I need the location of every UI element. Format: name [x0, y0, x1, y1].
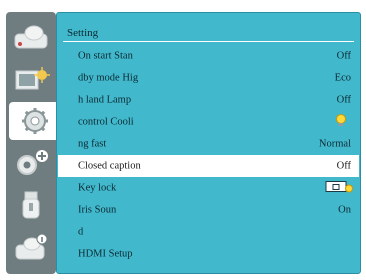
title-divider: [63, 41, 354, 42]
tab-memory[interactable]: [8, 186, 54, 224]
key-lock-remote-icon: [325, 180, 353, 197]
tab-picture[interactable]: [8, 18, 54, 56]
tab-expanded[interactable]: [8, 144, 54, 182]
row-label: Key lock: [78, 182, 117, 194]
settings-gear-icon: [22, 108, 48, 134]
settings-panel: Setting On start Stan Off dby mode Hig E…: [56, 12, 361, 274]
menu-row-high-land[interactable]: h land Lamp Off: [58, 89, 359, 111]
menu-tab-strip: [6, 12, 61, 274]
row-value: Normal: [318, 138, 351, 150]
row-value: Off: [336, 50, 351, 62]
panel-title: Setting: [67, 27, 99, 39]
row-label: Iris Soun: [78, 204, 117, 216]
tab-info[interactable]: [8, 228, 54, 266]
row-label: d: [78, 226, 84, 238]
menu-row-cooling-fast[interactable]: ng fast Normal: [58, 133, 359, 155]
row-label: HDMI Setup: [78, 248, 133, 260]
row-label: ng fast: [78, 138, 107, 150]
tab-image[interactable]: [8, 60, 54, 98]
lightbulb-icon: [335, 114, 347, 131]
tab-setting[interactable]: [9, 102, 61, 140]
row-value: Off: [336, 94, 351, 106]
projector-osd-menu: Setting On start Stan Off dby mode Hig E…: [0, 0, 366, 276]
row-label: On start Stan: [78, 50, 133, 62]
menu-row-hdmi-setup[interactable]: HDMI Setup: [58, 243, 359, 265]
expanded-settings-gears-icon: [17, 150, 48, 175]
menu-row-standby-mode[interactable]: dby mode Hig Eco: [58, 67, 359, 89]
row-value: Eco: [334, 72, 351, 84]
picture-adjust-icon: [14, 25, 48, 49]
menu-row-key-lock[interactable]: Key lock: [58, 177, 359, 199]
menu-row-closed-caption[interactable]: Closed caption Off: [58, 155, 359, 177]
menu-row-iris-sound[interactable]: Iris Soun On: [58, 199, 359, 221]
row-value: On: [338, 204, 351, 216]
row-label: h land Lamp: [78, 94, 132, 106]
menu-row-d[interactable]: d: [58, 221, 359, 243]
row-label: Closed caption: [78, 160, 141, 172]
menu-row-on-start[interactable]: On start Stan Off: [58, 45, 359, 67]
row-label: dby mode Hig: [78, 72, 139, 84]
menu-row-lamp-control[interactable]: control Cooli: [58, 111, 359, 133]
memory-usb-icon: [22, 191, 40, 219]
row-value: Off: [336, 160, 351, 172]
row-label: control Cooli: [78, 116, 134, 128]
info-icon: [15, 233, 48, 260]
projector-image-icon: [15, 67, 50, 90]
